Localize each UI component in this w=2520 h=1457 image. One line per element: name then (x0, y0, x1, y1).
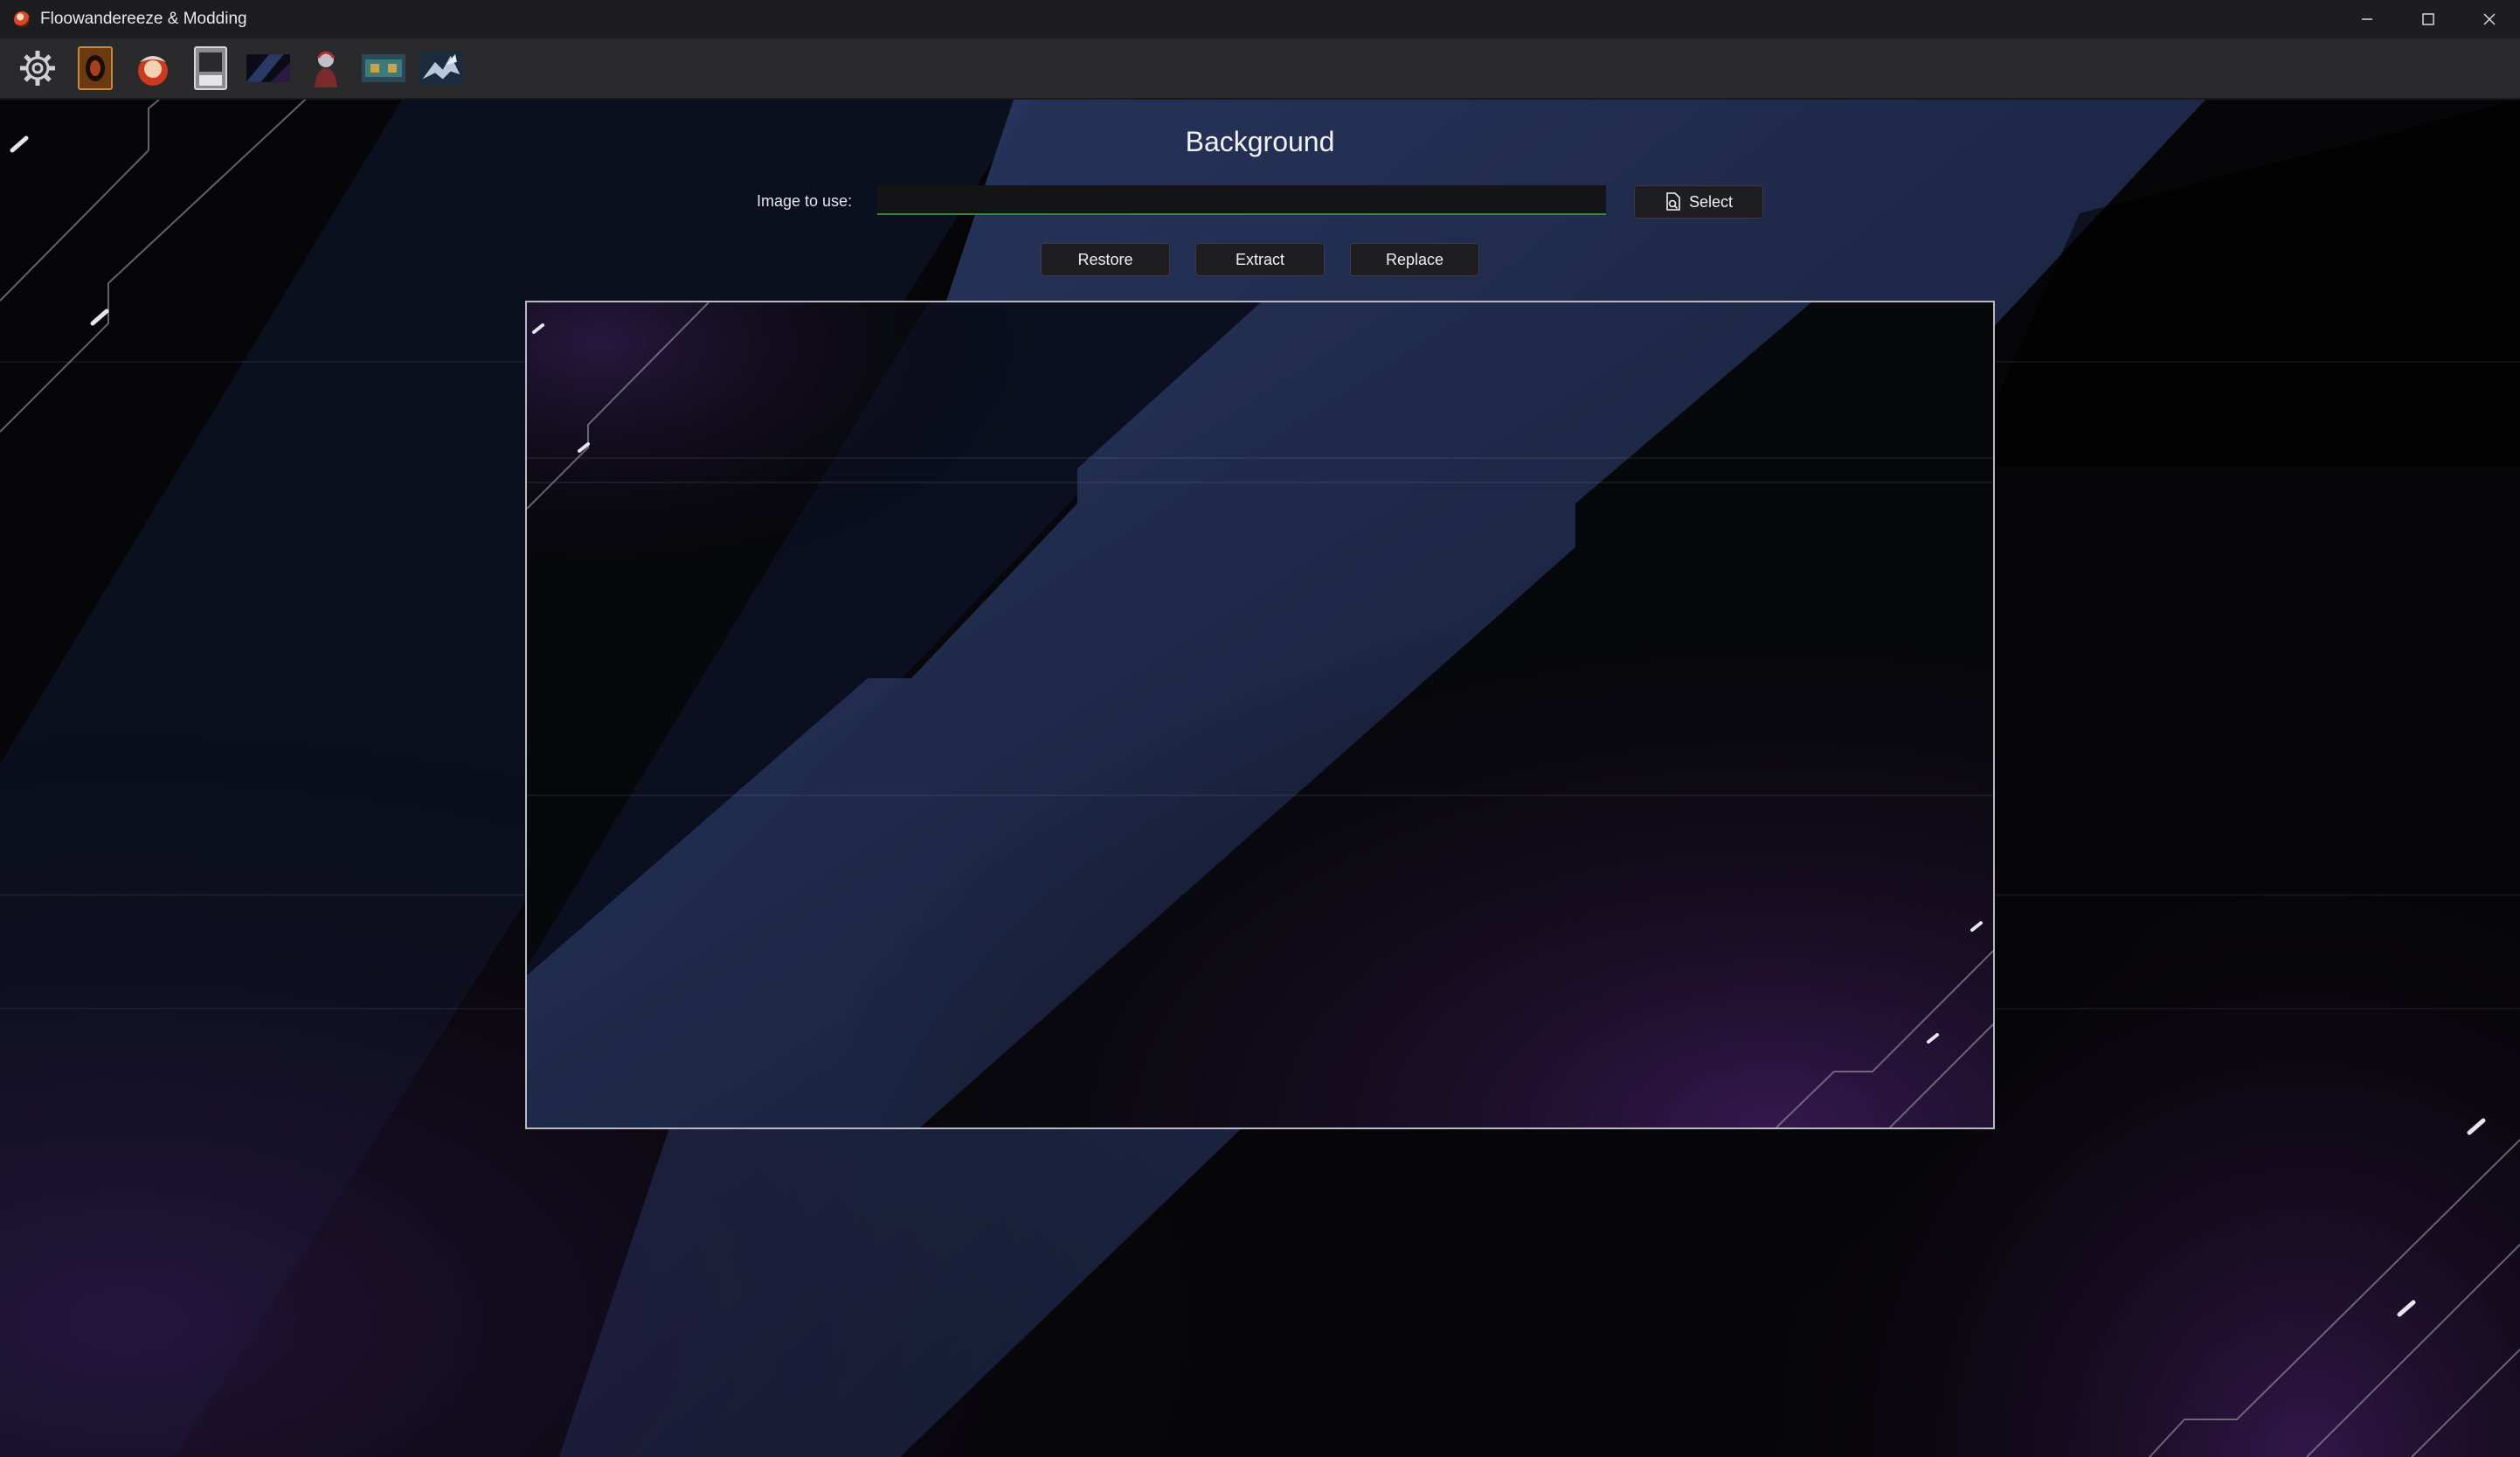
window-title: Floowandereeze & Modding (40, 10, 247, 28)
card-frame-icon (194, 46, 227, 90)
image-field-label: Image to use: (757, 192, 853, 210)
settings-tool[interactable] (16, 46, 59, 90)
background-preview (525, 301, 1995, 1129)
image-path-input[interactable] (877, 185, 1606, 215)
close-button[interactable] (2459, 0, 2520, 38)
window-controls (2337, 0, 2520, 38)
restore-button[interactable]: Restore (1041, 243, 1170, 276)
select-button[interactable]: Select (1634, 185, 1763, 219)
file-search-icon (1666, 192, 1680, 211)
select-button-label: Select (1688, 192, 1734, 211)
field-tool[interactable] (362, 46, 405, 90)
preview-image (527, 302, 1993, 1127)
card-back-tool[interactable] (73, 46, 117, 90)
action-row: Restore Extract Replace (0, 243, 2520, 278)
replace-button[interactable]: Replace (1350, 243, 1479, 276)
close-icon (2483, 13, 2496, 25)
field-thumbnail-icon (362, 54, 405, 82)
image-field-row: Image to use: Select (0, 185, 2520, 220)
dragon-tool[interactable] (419, 46, 463, 90)
card-frame-tool[interactable] (189, 46, 232, 90)
app-icon (14, 11, 30, 27)
icon-tool[interactable] (131, 46, 175, 90)
gear-icon (20, 51, 55, 86)
title-bar: Floowandereeze & Modding (0, 0, 2520, 39)
background-tool[interactable] (246, 46, 290, 90)
minimize-icon (2362, 18, 2372, 20)
page-title: Background (1185, 126, 1335, 157)
minimize-button[interactable] (2337, 0, 2398, 38)
character-tool[interactable] (304, 46, 348, 90)
toolbar (0, 38, 2520, 100)
mascot-icon (138, 56, 168, 86)
app-window: Floowandereeze & Modding Background Imag… (0, 0, 2520, 1457)
dragon-icon (419, 51, 463, 86)
background-thumbnail-icon (246, 54, 290, 82)
card-back-icon (78, 46, 113, 90)
maximize-icon (2422, 13, 2434, 25)
maximize-button[interactable] (2398, 0, 2459, 38)
extract-button[interactable]: Extract (1195, 243, 1325, 276)
main-content: Background Image to use: Select Restore … (0, 100, 2520, 1457)
character-icon (315, 51, 337, 87)
